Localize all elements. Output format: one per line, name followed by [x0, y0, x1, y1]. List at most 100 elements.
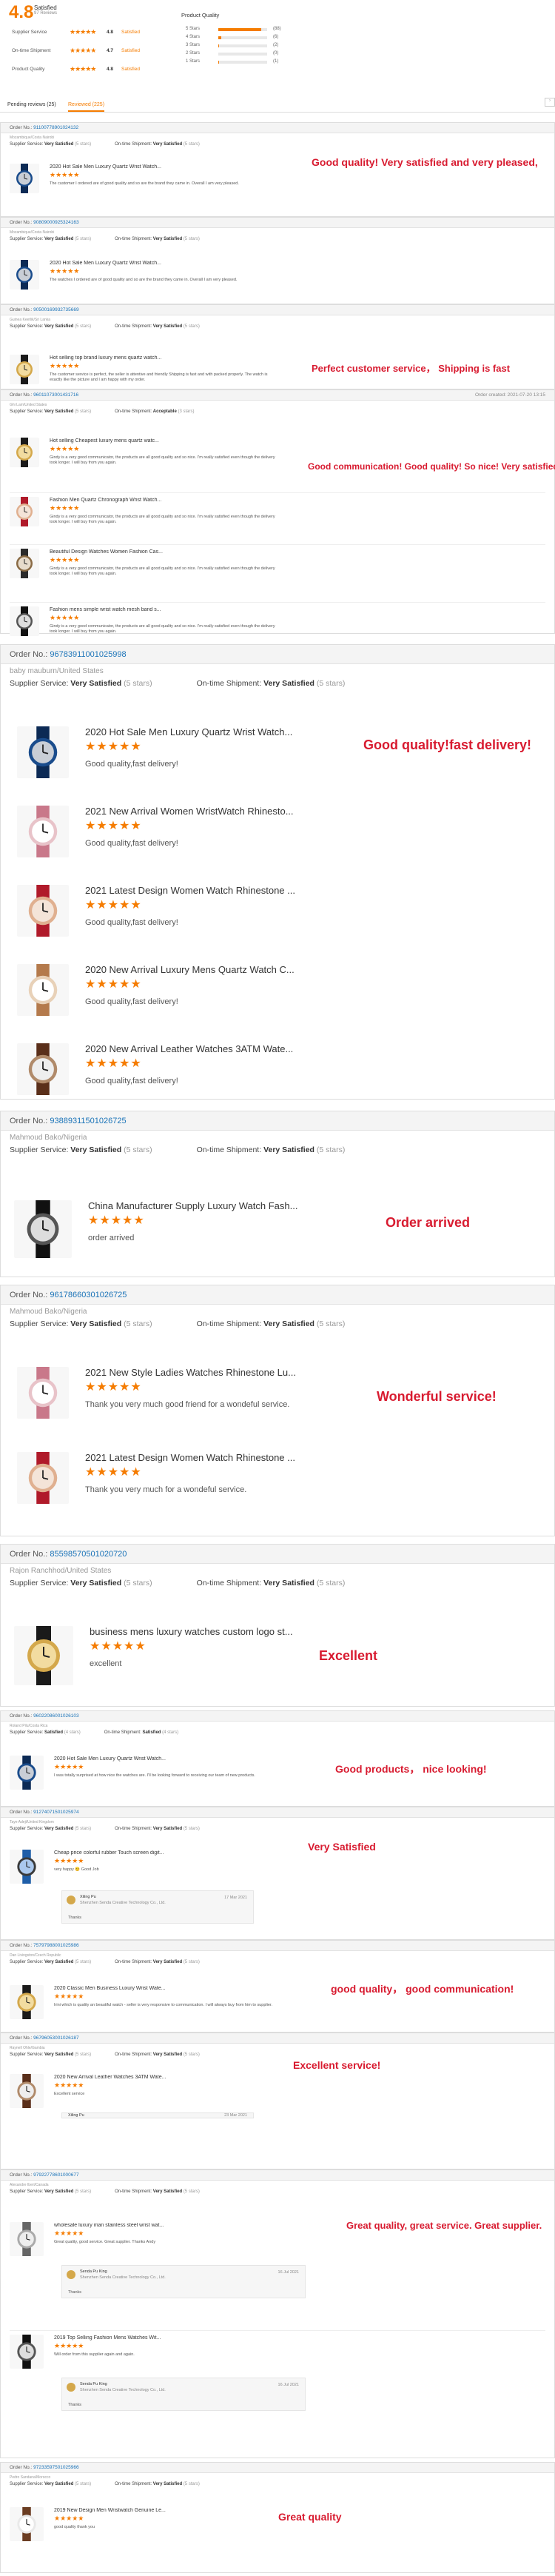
product-name[interactable]: 2020 New Arrival Luxury Mens Quartz Watc… [85, 964, 295, 975]
product-name[interactable]: Fashion mens simple wrist watch mesh ban… [50, 607, 161, 612]
product-name[interactable]: Beautiful Design Watches Women Fashion C… [50, 549, 163, 555]
watch-thumbnail-icon [10, 164, 39, 193]
tab-reviewed[interactable]: Reviewed (225) [68, 102, 105, 112]
product-name[interactable]: 2020 Hot Sale Men Luxury Quartz Wrist Wa… [50, 164, 161, 170]
product-thumbnail[interactable] [17, 1367, 69, 1419]
review-card: Order No.: 96022086001026103 Roland Pilu/… [0, 1710, 555, 1807]
order-number-link[interactable]: 97922778601000677 [33, 2172, 78, 2178]
order-number-link[interactable]: 91100778901024132 [33, 125, 78, 130]
shipment-stars: (5 stars) [183, 2053, 200, 2057]
product-name[interactable]: 2019 New Design Men Wristwatch Genuine L… [54, 2508, 166, 2513]
product-thumbnail[interactable] [10, 549, 39, 578]
product-name[interactable]: Hot selling top brand luxury mens quartz… [50, 355, 161, 361]
shipment-stars: (5 stars) [316, 1579, 346, 1588]
seller-name: Xiling Pu [68, 2113, 84, 2118]
order-number: Order No.: 93889311501026725 [10, 1117, 127, 1125]
shipment-label: On-time Shipment: [115, 2053, 152, 2057]
product-thumbnail[interactable] [14, 1200, 72, 1258]
order-number: Order No.: 96178660301026725 [10, 1291, 127, 1299]
order-label: Order No.: [10, 220, 33, 225]
product-thumbnail[interactable] [10, 497, 39, 526]
product-name[interactable]: 2020 New Arrival Leather Watches 3ATM Wa… [85, 1043, 293, 1054]
shipment-value: Very Satisfied [263, 679, 314, 688]
product-name[interactable]: 2021 New Style Ladies Watches Rhinestone… [85, 1367, 296, 1378]
review-text: Thank you very much for a wondeful servi… [85, 1485, 247, 1494]
product-name[interactable]: business mens luxury watches custom logo… [90, 1626, 293, 1637]
star-distribution-fill [218, 61, 219, 64]
order-number-link[interactable]: 96178660301026725 [50, 1291, 127, 1299]
product-name[interactable]: 2020 Classic Men Business Luxury Wrist W… [54, 1986, 166, 1991]
shipment-value: Very Satisfied [263, 1319, 314, 1328]
product-thumbnail[interactable] [17, 885, 69, 937]
watch-thumbnail-icon [10, 2222, 44, 2256]
order-number-link[interactable]: 96011073001431716 [33, 392, 78, 398]
seller-company: Shenzhen Senda Creative Technology Co., … [80, 1901, 166, 1905]
order-number-link[interactable]: 85598570501020720 [50, 1550, 127, 1559]
service-ratings: Supplier Service: Very Satisfied (5 star… [10, 1319, 345, 1328]
order-label: Order No.: [10, 2172, 33, 2178]
order-label: Order No.: [10, 307, 33, 312]
review-stars: ★★★★★ [50, 171, 80, 178]
product-name[interactable]: China Manufacturer Supply Luxury Watch F… [88, 1200, 297, 1211]
buyer-name: Raynell Ohle/Gambia [10, 2046, 45, 2050]
overall-score: 4.8 [9, 2, 34, 22]
order-number-link[interactable]: 91274071501025974 [33, 1810, 78, 1815]
tab-pending-reviews[interactable]: Pending reviews (25) [7, 102, 56, 107]
product-thumbnail[interactable] [10, 2074, 44, 2108]
product-name[interactable]: 2019 Top Selling Fashion Mens Watches Wi… [54, 2335, 161, 2341]
product-name[interactable]: 2020 New Arrival Leather Watches 3ATM Wa… [54, 2075, 166, 2080]
product-thumbnail[interactable] [10, 1850, 44, 1884]
seller-company: Shenzhen Senda Creative Technology Co., … [80, 2388, 166, 2392]
review-card: Order No.: 97922778601000677 Alexandre Ib… [0, 2169, 555, 2458]
review-text: Gindy is a very good communicator, the p… [50, 624, 275, 635]
product-name[interactable]: 2020 Hot Sale Men Luxury Quartz Wrist Wa… [85, 726, 292, 737]
supplier-service-stars: (5 stars) [124, 679, 152, 688]
product-name[interactable]: 2021 New Arrival Women WristWatch Rhines… [85, 806, 294, 817]
product-name[interactable]: Hot selling Cheapest luxury mens quartz … [50, 438, 159, 444]
product-thumbnail[interactable] [10, 2335, 44, 2369]
supplier-service-stars: (5 stars) [75, 237, 92, 241]
product-name[interactable]: Cheap price colorful rubber Touch screen… [54, 1850, 164, 1856]
product-name[interactable]: 2020 Hot Sale Men Luxury Quartz Wrist Wa… [54, 1756, 166, 1762]
supplier-service-value: Very Satisfied [44, 324, 74, 329]
product-thumbnail[interactable] [17, 964, 69, 1016]
product-thumbnail[interactable] [10, 2507, 44, 2541]
product-thumbnail[interactable] [10, 2222, 44, 2256]
product-name[interactable]: 2020 Hot Sale Men Luxury Quartz Wrist Wa… [50, 261, 161, 266]
product-thumbnail[interactable] [10, 606, 39, 636]
product-thumbnail[interactable] [10, 260, 39, 290]
watch-thumbnail-icon [10, 606, 39, 636]
order-number-link[interactable]: 97233597501025966 [33, 2465, 78, 2470]
watch-thumbnail-icon [14, 1626, 73, 1685]
product-thumbnail[interactable] [17, 1452, 69, 1504]
buyer-name: Guinea Keetlik/Sri Lanka [10, 318, 51, 322]
product-thumbnail[interactable] [10, 438, 39, 467]
order-number-link[interactable]: 90500169932735669 [33, 307, 78, 312]
product-thumbnail[interactable] [17, 726, 69, 778]
service-ratings: Supplier Service: Very Satisfied (5 star… [10, 324, 200, 329]
product-name[interactable]: 2021 Latest Design Women Watch Rhineston… [85, 885, 295, 896]
product-thumbnail[interactable] [10, 1985, 44, 2019]
product-thumbnail[interactable] [10, 164, 39, 193]
review-card: Order No.: 91100778901024132 Mozambique/C… [0, 122, 555, 217]
supplier-service-label: Supplier Service: [10, 1960, 44, 1964]
order-number-link[interactable]: 96783911001025998 [50, 650, 126, 659]
star-distribution-fill [218, 44, 220, 47]
product-thumbnail[interactable] [10, 1756, 44, 1790]
product-name[interactable]: wholesale luxury man stainless steel wri… [54, 2223, 164, 2228]
order-number-link[interactable]: 75797988001025986 [33, 1943, 78, 1948]
product-thumbnail[interactable] [14, 1626, 73, 1685]
product-name[interactable]: Fashion Men Quartz Chronograph Wrist Wat… [50, 498, 161, 503]
order-number-link[interactable]: 90809000925324163 [33, 220, 78, 225]
review-count: 97 Reviews [34, 11, 58, 16]
product-name[interactable]: 2021 Latest Design Women Watch Rhineston… [85, 1452, 295, 1463]
product-thumbnail[interactable] [10, 355, 39, 384]
order-number-link[interactable]: 93889311501026725 [50, 1117, 126, 1125]
order-number-link[interactable]: 96796053001026187 [33, 2035, 78, 2041]
product-thumbnail[interactable] [17, 1043, 69, 1095]
next-page-button[interactable]: › [545, 98, 555, 107]
product-thumbnail[interactable] [17, 806, 69, 857]
order-number-link[interactable]: 96022086001026103 [33, 1713, 78, 1719]
review-text: Great quality, good service. Great suppl… [54, 2240, 156, 2244]
rating-word: Satisfied [121, 30, 140, 35]
